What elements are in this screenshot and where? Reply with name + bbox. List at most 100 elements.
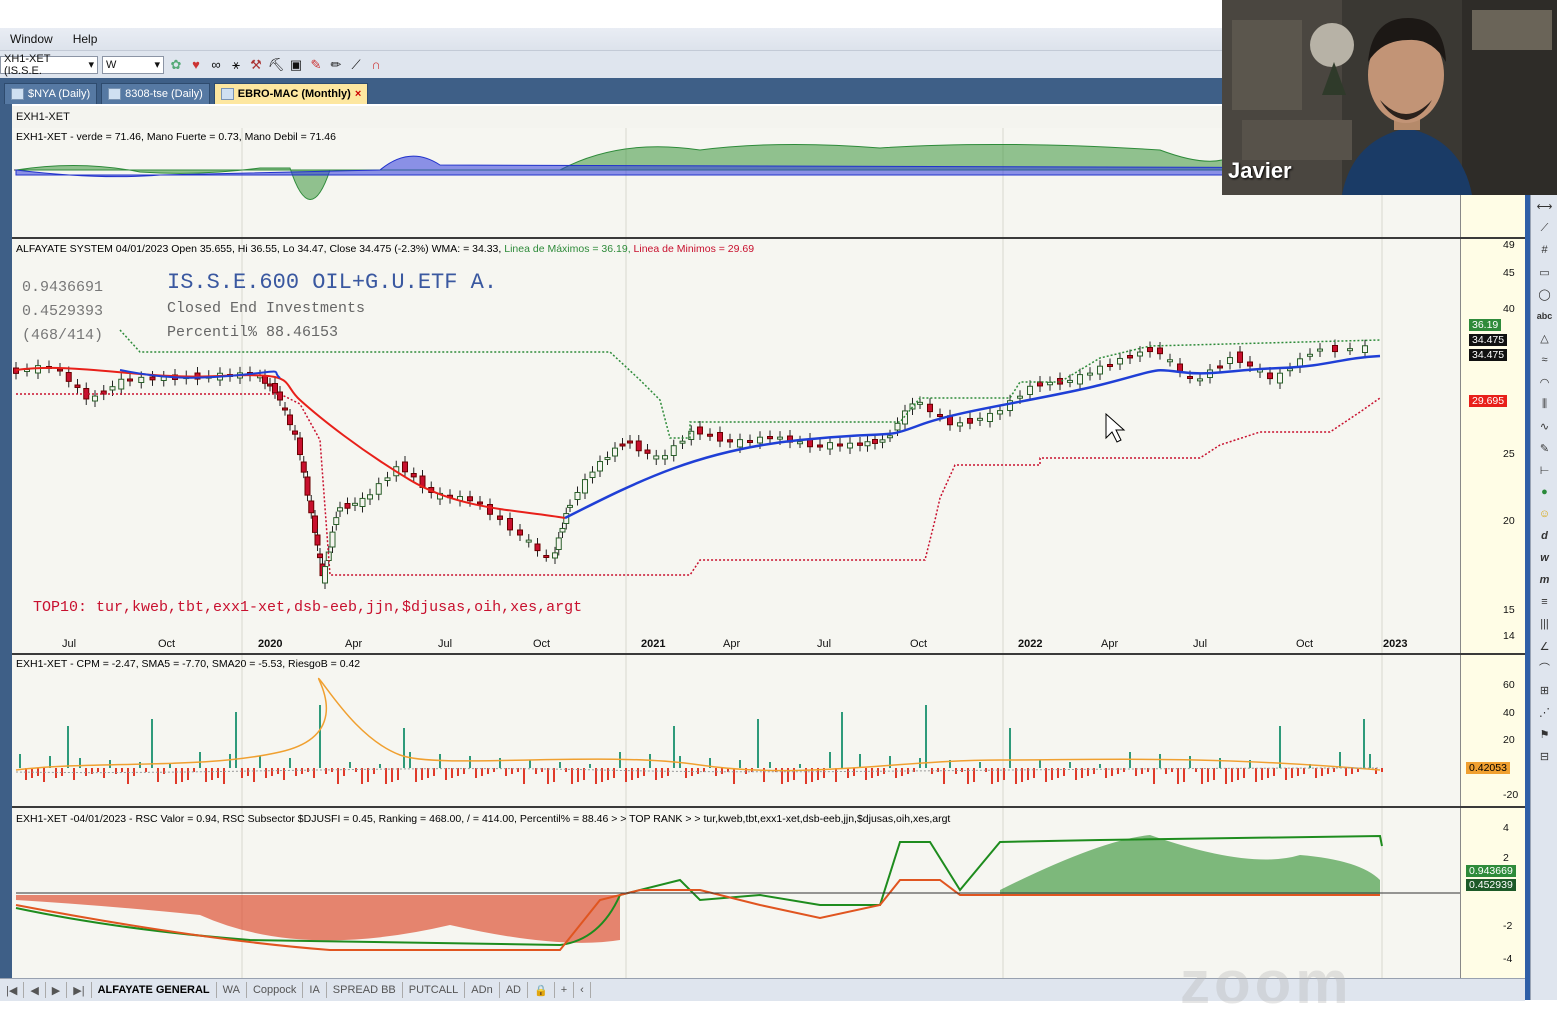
bracket-icon[interactable]: ⊟ — [1531, 745, 1557, 767]
text-tool-icon[interactable]: abc — [1531, 305, 1557, 327]
candle-body — [894, 422, 901, 431]
candle-body — [1237, 351, 1243, 363]
candle-body — [304, 476, 311, 496]
min-line — [16, 393, 1381, 576]
sheet-tab-alfayate-general[interactable]: ALFAYATE GENERAL — [92, 982, 217, 998]
channel-icon[interactable]: ⫼ — [1531, 393, 1557, 415]
candle-body — [292, 430, 298, 435]
date-label: 2021 — [641, 638, 666, 650]
first-sheet-button[interactable]: |◀ — [0, 982, 25, 998]
bars-icon[interactable]: ||| — [1531, 613, 1557, 635]
sheet-tab-coppock[interactable]: Coppock — [247, 982, 304, 998]
candle-body — [604, 457, 611, 461]
candle-body — [410, 473, 417, 478]
candle-body — [567, 504, 573, 508]
flag-icon[interactable]: ⚑ — [1531, 723, 1557, 745]
lock-icon[interactable]: 🔒 — [528, 982, 555, 998]
candle-body — [1097, 365, 1103, 375]
zoom-watermark: zoom — [1180, 949, 1353, 1016]
date-label: Apr — [1101, 638, 1119, 650]
candle-body — [344, 503, 351, 509]
candle-body — [333, 517, 340, 526]
candle-body — [375, 483, 382, 495]
sheet-tab-spread-bb[interactable]: SPREAD BB — [327, 982, 403, 998]
candle-body — [384, 477, 391, 482]
gann-icon[interactable]: ⌒ — [1531, 657, 1557, 679]
rectangle-icon[interactable]: ▭ — [1531, 261, 1557, 283]
lines-icon[interactable]: ≡ — [1531, 591, 1557, 613]
sheet-tab-ia[interactable]: IA — [303, 982, 327, 998]
candle-body — [1197, 378, 1203, 382]
mouse-cursor-icon — [1105, 412, 1126, 443]
candle-body — [74, 384, 81, 388]
candle-body — [662, 455, 668, 460]
italic-w-icon[interactable]: w — [1531, 547, 1557, 569]
pane-separator[interactable] — [12, 237, 1525, 239]
smiley-icon[interactable]: ☺ — [1531, 503, 1557, 525]
last-sheet-button[interactable]: ▶| — [67, 982, 92, 998]
candle-body — [727, 439, 733, 443]
candle-body — [149, 376, 156, 381]
scale-label: -2 — [1503, 920, 1513, 932]
candle-body — [997, 410, 1003, 415]
trendline-icon[interactable]: ⟋ — [1531, 217, 1557, 239]
rsc-green-area — [1000, 835, 1380, 895]
candle-body — [927, 403, 933, 413]
candle-body — [300, 461, 307, 473]
candle-body — [670, 445, 677, 457]
grid-icon[interactable]: ⊞ — [1531, 679, 1557, 701]
italic-d-icon[interactable]: d — [1531, 525, 1557, 547]
ruler-icon[interactable]: ⊢ — [1531, 459, 1557, 481]
scale-label: -4 — [1503, 953, 1513, 965]
candle-body — [337, 507, 343, 512]
pane-separator[interactable] — [12, 653, 1525, 655]
horizontal-line-icon[interactable]: ⟷ — [1531, 195, 1557, 217]
candle-body — [1137, 351, 1143, 357]
pane2-label: ALFAYATE SYSTEM 04/01/2023 Open 35.655, … — [16, 243, 755, 255]
prev-sheet-button[interactable]: ◀ — [24, 982, 46, 998]
candle-body — [937, 414, 943, 417]
date-label: Apr — [345, 638, 363, 650]
arc-icon[interactable]: ◠ — [1531, 371, 1557, 393]
zigzag-icon[interactable]: ≈ — [1531, 349, 1557, 371]
scale-label: 40 — [1503, 303, 1515, 315]
pane-separator[interactable] — [12, 806, 1525, 808]
participant-name: Javier — [1228, 158, 1292, 183]
security-title: IS.S.E.600 OIL+G.U.ETF A. — [167, 270, 498, 295]
scale-label: 49 — [1503, 239, 1515, 251]
candle-body — [1107, 364, 1113, 367]
video-participant-tile[interactable]: Javier — [1222, 0, 1557, 195]
scale-label: 2 — [1503, 852, 1509, 864]
candle-body — [467, 496, 473, 502]
globe-icon[interactable]: ● — [1531, 481, 1557, 503]
candle-body — [737, 439, 743, 448]
scale-label: 60 — [1503, 679, 1515, 691]
candle-body — [619, 443, 626, 447]
wave-icon[interactable]: ∿ — [1531, 415, 1557, 437]
scroll-left-icon[interactable]: ‹ — [574, 982, 591, 998]
date-label: 2022 — [1018, 638, 1043, 650]
sheet-tab-ad[interactable]: AD — [500, 982, 528, 998]
date-label: Oct — [158, 638, 176, 650]
pencil-icon[interactable]: ✎ — [1531, 437, 1557, 459]
date-label: Oct — [910, 638, 928, 650]
sheet-tab-adn[interactable]: ADn — [465, 982, 500, 998]
triangle-icon[interactable]: △ — [1531, 327, 1557, 349]
angle-icon[interactable]: ∠ — [1531, 635, 1557, 657]
candle-body — [297, 437, 303, 456]
next-sheet-button[interactable]: ▶ — [46, 982, 68, 998]
close-tag: 34.475 — [1469, 349, 1508, 361]
candle-body — [92, 395, 98, 402]
rsc-red-area — [16, 895, 620, 943]
candle-body — [1332, 345, 1338, 353]
fan-icon[interactable]: ⋰ — [1531, 701, 1557, 723]
candle-body — [1087, 372, 1093, 376]
fibonacci-icon[interactable]: # — [1531, 239, 1557, 261]
candle-body — [1217, 365, 1223, 369]
italic-m-icon[interactable]: m — [1531, 569, 1557, 591]
sheet-tab-putcall[interactable]: PUTCALL — [403, 982, 466, 998]
ellipse-icon[interactable]: ◯ — [1531, 283, 1557, 305]
add-sheet-icon[interactable]: + — [555, 982, 575, 998]
sheet-tab-wa[interactable]: WA — [217, 982, 247, 998]
candle-body — [507, 518, 513, 531]
